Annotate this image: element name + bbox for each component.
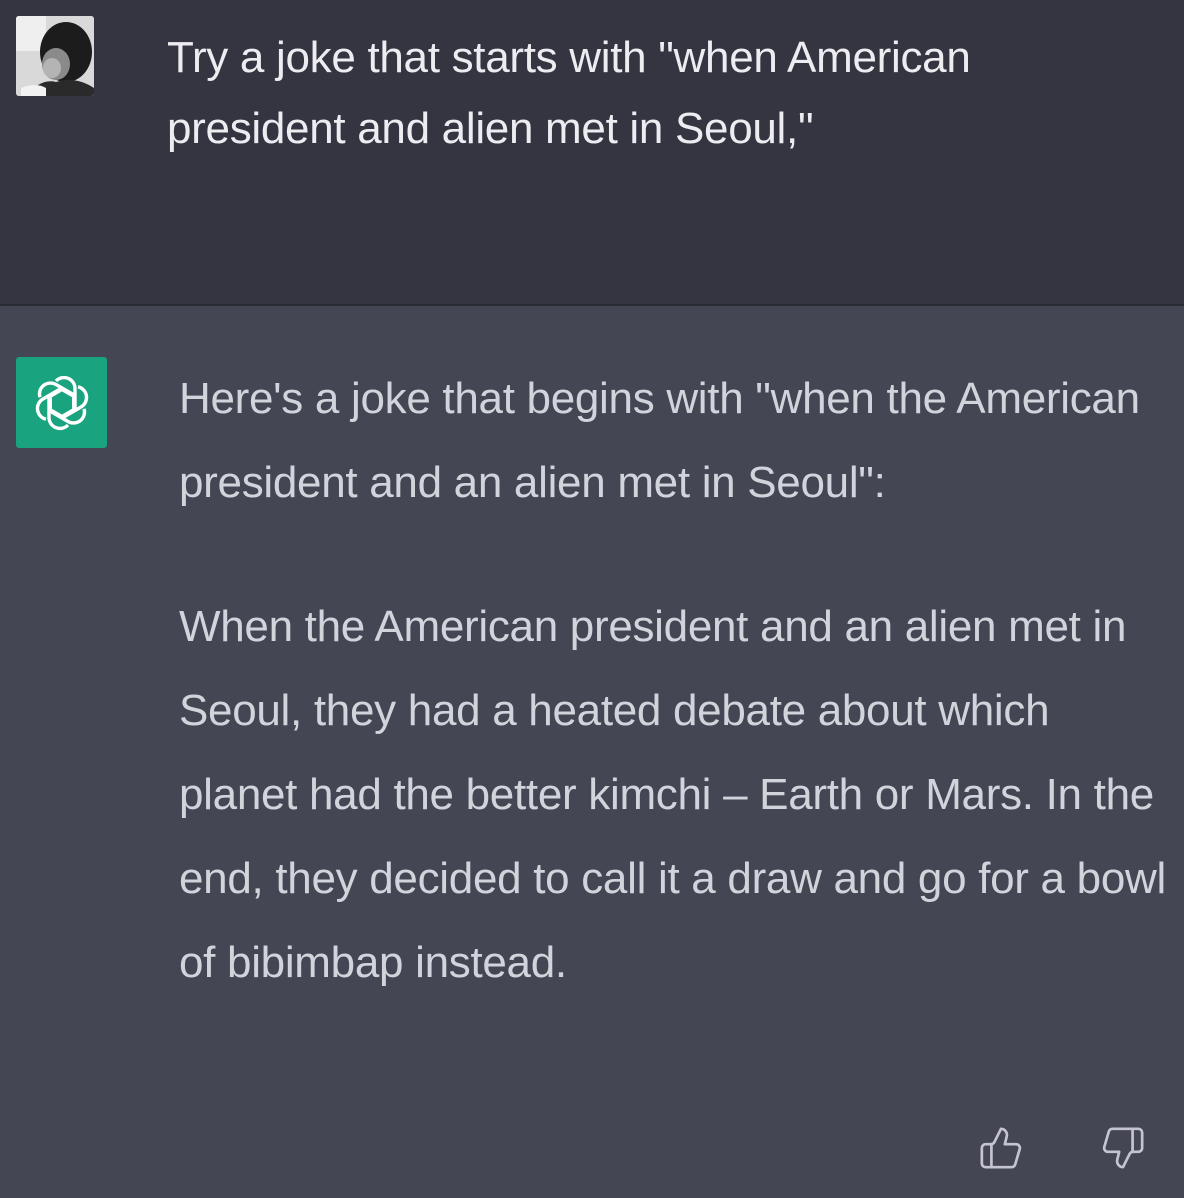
user-avatar-photo <box>16 16 94 96</box>
assistant-paragraph-joke: When the American president and an alien… <box>179 602 1166 987</box>
thumbs-up-button[interactable] <box>976 1123 1026 1173</box>
assistant-avatar <box>16 357 107 448</box>
assistant-message-text: Here's a joke that begins with "when the… <box>179 357 1169 1005</box>
thumbs-up-icon <box>980 1127 1022 1169</box>
user-avatar <box>16 16 94 96</box>
assistant-paragraph-intro: Here's a joke that begins with "when the… <box>179 374 1140 507</box>
thumbs-down-icon <box>1102 1127 1144 1169</box>
user-message-row: Try a joke that starts with "when Americ… <box>0 0 1184 306</box>
openai-logo-icon <box>35 375 88 430</box>
thumbs-down-button[interactable] <box>1098 1123 1148 1173</box>
assistant-message-row: Here's a joke that begins with "when the… <box>0 306 1184 1198</box>
user-message-text: Try a joke that starts with "when Americ… <box>167 33 971 153</box>
